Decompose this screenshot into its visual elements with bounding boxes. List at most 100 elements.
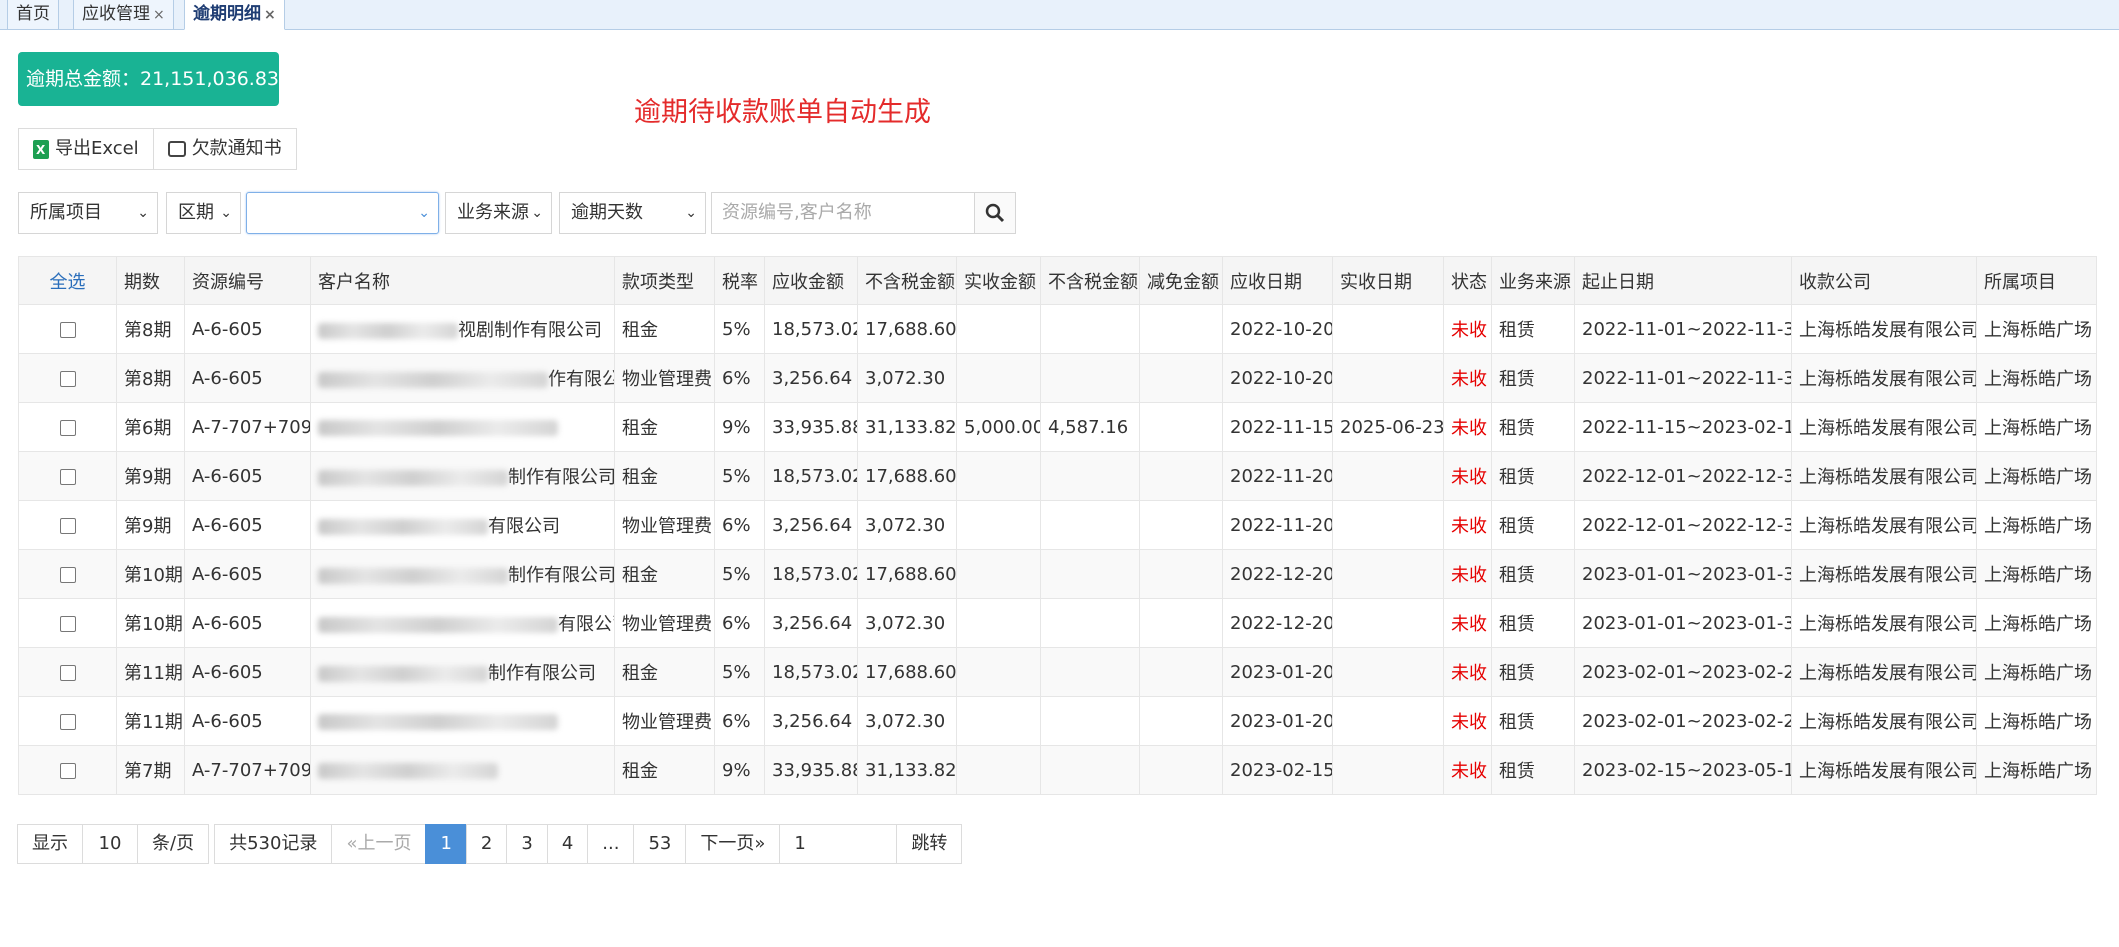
select-all-link[interactable]: 全选: [18, 256, 117, 305]
page-button-1[interactable]: 1: [425, 824, 467, 864]
chevron-down-icon: ⌄: [137, 205, 149, 221]
cell-paid-date: [1332, 500, 1444, 550]
page-button-3[interactable]: 3: [506, 824, 548, 864]
row-checkbox-cell: [18, 451, 117, 501]
column-header: 所属项目: [1976, 256, 2097, 305]
cell-type: 物业管理费: [614, 353, 715, 403]
cell-tax: 6%: [714, 696, 765, 746]
customer-name-suffix: 作有限公司: [548, 369, 614, 390]
cell-due: 18,573.02: [764, 549, 858, 599]
tab-label: 首页: [16, 4, 50, 24]
overdue-days-select[interactable]: 逾期天数 ⌄: [559, 192, 706, 234]
cell-type: 物业管理费: [614, 696, 715, 746]
search-button[interactable]: [975, 192, 1016, 234]
row-checkbox[interactable]: [59, 419, 76, 436]
cell-paid: [956, 353, 1041, 403]
row-checkbox[interactable]: [59, 664, 76, 681]
row-checkbox-cell: [18, 647, 117, 697]
next-page-button[interactable]: 下一页»: [685, 824, 781, 864]
tab-overdue-detail[interactable]: 逾期明细 ×: [184, 0, 285, 30]
cell-paid-date: [1332, 598, 1444, 648]
row-checkbox[interactable]: [59, 468, 76, 485]
cell-net: 17,688.60: [857, 451, 957, 501]
page-button-2[interactable]: 2: [465, 824, 508, 864]
row-checkbox[interactable]: [59, 321, 76, 338]
redacted-name: [318, 419, 558, 436]
row-checkbox-cell: [18, 304, 117, 354]
project-select[interactable]: 所属项目 ⌄: [18, 192, 158, 234]
row-checkbox[interactable]: [59, 517, 76, 534]
row-checkbox[interactable]: [59, 370, 76, 387]
jump-page-input[interactable]: 1: [779, 824, 898, 864]
cell-status: 未收: [1443, 353, 1492, 403]
row-checkbox-cell: [18, 696, 117, 746]
table-row: 第7期 A-7-707+709 租金 9% 33,935.88 31,133.82 2023…: [18, 745, 2097, 795]
cell-due: 3,256.64: [764, 598, 858, 648]
cell-status: 未收: [1443, 598, 1492, 648]
row-checkbox[interactable]: [59, 762, 76, 779]
cell-cust: 作有限公司: [310, 353, 615, 403]
tab-label: 应收管理: [82, 4, 150, 24]
cell-project: 上海栎皓广场: [1976, 304, 2097, 354]
cell-period: 第11期: [116, 647, 185, 697]
cell-paid: [956, 598, 1041, 648]
cell-range: 2023-01-01~2023-01-31: [1574, 549, 1792, 599]
cell-paid: [956, 647, 1041, 697]
cell-paid-date: [1332, 745, 1444, 795]
page-button-53[interactable]: 53: [633, 824, 687, 864]
area-select[interactable]: 区期 ⌄: [166, 192, 241, 234]
cell-waived: [1139, 402, 1223, 452]
prev-page-button[interactable]: «上一页: [331, 824, 427, 864]
cell-net: 31,133.82: [857, 745, 957, 795]
row-checkbox[interactable]: [59, 713, 76, 730]
cell-status: 未收: [1443, 451, 1492, 501]
tab-receivables[interactable]: 应收管理 ×: [73, 0, 174, 30]
search-input[interactable]: 资源编号,客户名称: [711, 192, 975, 234]
search-placeholder: 资源编号,客户名称: [722, 202, 872, 223]
column-header: 业务来源: [1491, 256, 1575, 305]
arrears-notice-label: 欠款通知书: [191, 138, 282, 159]
export-excel-button[interactable]: 导出Excel: [19, 129, 153, 170]
cell-paid: [956, 549, 1041, 599]
cell-period: 第8期: [116, 304, 185, 354]
cell-waived: [1139, 549, 1223, 599]
area-select-label: 区期: [178, 202, 214, 223]
cell-tax: 5%: [714, 549, 765, 599]
cell-period: 第10期: [116, 598, 185, 648]
cell-paid: 5,000.00: [956, 402, 1041, 452]
cell-tax: 9%: [714, 402, 765, 452]
row-checkbox[interactable]: [59, 566, 76, 583]
cell-cust: 有限公司: [310, 598, 615, 648]
cell-tax: 6%: [714, 598, 765, 648]
jump-button[interactable]: 跳转: [896, 824, 963, 864]
column-header: 不含税金额: [857, 256, 957, 305]
cell-paid-date: [1332, 304, 1444, 354]
cell-period: 第9期: [116, 451, 185, 501]
secondary-select[interactable]: ⌄: [246, 192, 439, 234]
redacted-name: [318, 323, 458, 339]
column-header: 款项类型: [614, 256, 715, 305]
cell-cust: 制作有限公司: [310, 647, 615, 697]
cell-type: 物业管理费: [614, 500, 715, 550]
row-checkbox[interactable]: [59, 615, 76, 632]
page-size-input[interactable]: 10: [82, 824, 138, 864]
table-row: 第9期 A-6-605 有限公司 物业管理费 6% 3,256.64 3,072.30 202…: [18, 500, 2097, 550]
cell-type: 租金: [614, 402, 715, 452]
cell-due-date: 2022-12-20: [1222, 549, 1333, 599]
cell-project: 上海栎皓广场: [1976, 402, 2097, 452]
row-checkbox-cell: [18, 500, 117, 550]
close-icon[interactable]: ×: [264, 7, 276, 23]
cell-company: 上海栎皓发展有限公司: [1791, 304, 1977, 354]
table-row: 第10期 A-6-605 制作有限公司 租金 5% 18,573.02 17,688.60 2…: [18, 549, 2097, 599]
business-source-select[interactable]: 业务来源 ⌄: [445, 192, 552, 234]
cell-range: 2022-12-01~2022-12-31: [1574, 451, 1792, 501]
cell-period: 第10期: [116, 549, 185, 599]
cell-paid-net: [1040, 451, 1140, 501]
tab-home[interactable]: 首页: [7, 0, 59, 30]
cell-cust: 有限公司: [310, 500, 615, 550]
close-icon[interactable]: ×: [153, 7, 165, 23]
cell-paid-date: [1332, 696, 1444, 746]
cell-net: 3,072.30: [857, 598, 957, 648]
page-button-4[interactable]: 4: [546, 824, 589, 864]
arrears-notice-button[interactable]: 欠款通知书: [152, 129, 296, 169]
